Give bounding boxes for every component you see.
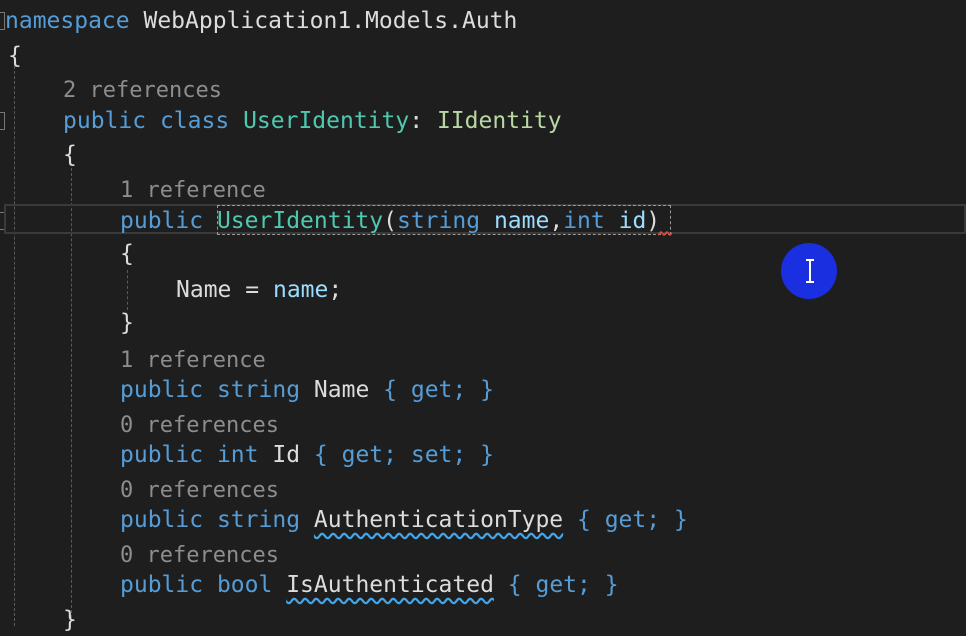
class-name: UserIdentity — [243, 108, 410, 134]
close-brace: } — [63, 607, 77, 633]
param-type-string: string — [396, 208, 481, 234]
keyword-namespace: namespace — [5, 8, 130, 34]
type-string: string — [216, 377, 301, 403]
code-line-class-open-brace[interactable]: { — [63, 139, 77, 171]
keyword-public: public — [63, 108, 147, 134]
indent-guide — [71, 168, 72, 618]
text-cursor-ibeam-icon — [806, 259, 814, 283]
code-lens-id-property[interactable]: 0 references — [120, 410, 279, 442]
type-string: string — [216, 507, 301, 533]
error-squiggle — [658, 231, 672, 237]
semicolon: ; — [328, 277, 343, 303]
code-lens-name-property[interactable]: 1 reference — [120, 345, 266, 377]
keyword-public: public — [120, 442, 204, 468]
param-reference: name — [272, 277, 329, 303]
code-line-class-declaration[interactable]: public class UserIdentity: IIdentity — [63, 105, 562, 137]
interface-name: IIdentity — [436, 108, 562, 134]
code-line-constructor-open-brace[interactable]: { — [120, 238, 134, 270]
property-name: AuthenticationType — [313, 507, 564, 533]
code-line-constructor-close-brace[interactable]: } — [120, 307, 134, 339]
code-line-constructor[interactable]: public UserIdentity(string name,int id) — [120, 205, 660, 237]
code-line-constructor-body[interactable]: Name = name; — [176, 274, 342, 306]
property-name: IsAuthenticated — [286, 572, 494, 598]
constructor-name: UserIdentity — [216, 208, 384, 234]
open-paren: ( — [383, 208, 397, 234]
keyword-public: public — [120, 507, 204, 533]
assign-operator: = — [245, 277, 260, 303]
close-brace: } — [120, 310, 134, 336]
accessors: { get; set; } — [313, 442, 494, 468]
indent-guide — [14, 66, 15, 626]
open-brace: { — [120, 241, 134, 267]
references-count[interactable]: 2 references — [63, 78, 222, 103]
colon: : — [409, 108, 424, 134]
code-lens-isauth-property[interactable]: 0 references — [120, 540, 279, 572]
property-reference: Name — [176, 277, 232, 303]
accessors: { get; } — [507, 572, 619, 598]
code-line-name-property[interactable]: public string Name { get; } — [120, 374, 494, 406]
code-lens-constructor[interactable]: 1 reference — [120, 175, 266, 207]
code-lens-authtype-property[interactable]: 0 references — [120, 475, 279, 507]
indent-guide — [127, 270, 128, 310]
references-count[interactable]: 0 references — [120, 478, 279, 503]
keyword-public: public — [120, 572, 204, 598]
references-count[interactable]: 1 reference — [120, 178, 266, 203]
code-line-authtype-property[interactable]: public string AuthenticationType { get; … — [120, 504, 688, 536]
type-bool: bool — [216, 572, 273, 598]
code-lens-class[interactable]: 2 references — [63, 75, 222, 107]
param-name: name — [493, 208, 550, 234]
param-type-int: int — [563, 208, 605, 234]
references-count[interactable]: 1 reference — [120, 348, 266, 373]
property-name: Name — [313, 377, 370, 403]
param-id: id — [618, 208, 647, 234]
references-count[interactable]: 0 references — [120, 413, 279, 438]
property-name: Id — [272, 442, 301, 468]
code-editor[interactable]: namespace WebApplication1.Models.Auth { … — [0, 0, 966, 633]
comma: , — [549, 208, 564, 234]
code-line-namespace-open-brace[interactable]: { — [8, 40, 22, 72]
outline-marker[interactable] — [0, 112, 5, 130]
references-count[interactable]: 0 references — [120, 543, 279, 568]
accessors: { get; } — [383, 377, 494, 403]
code-line-isauth-property[interactable]: public bool IsAuthenticated { get; } — [120, 569, 619, 601]
namespace-name: WebApplication1.Models.Auth — [143, 8, 518, 34]
keyword-public: public — [120, 208, 204, 234]
code-line-class-close-brace[interactable]: } — [63, 604, 77, 636]
accessors: { get; } — [577, 507, 688, 533]
code-line-namespace[interactable]: namespace WebApplication1.Models.Auth — [5, 5, 517, 37]
type-int: int — [216, 442, 259, 468]
open-brace: { — [8, 43, 22, 69]
keyword-class: class — [159, 108, 230, 134]
code-line-id-property[interactable]: public int Id { get; set; } — [120, 439, 494, 471]
open-brace: { — [63, 142, 77, 168]
keyword-public: public — [120, 377, 204, 403]
